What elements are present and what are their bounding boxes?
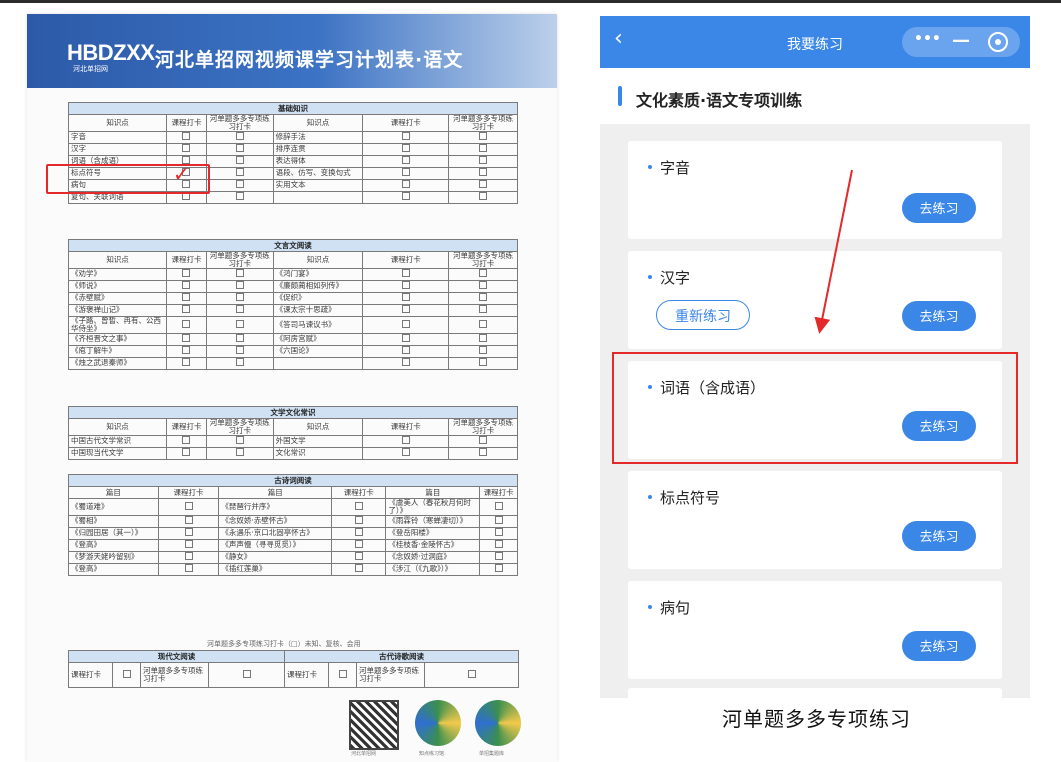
annotation-arrow-icon xyxy=(814,169,853,334)
caption: 河单题多多专项练习 xyxy=(722,707,911,731)
